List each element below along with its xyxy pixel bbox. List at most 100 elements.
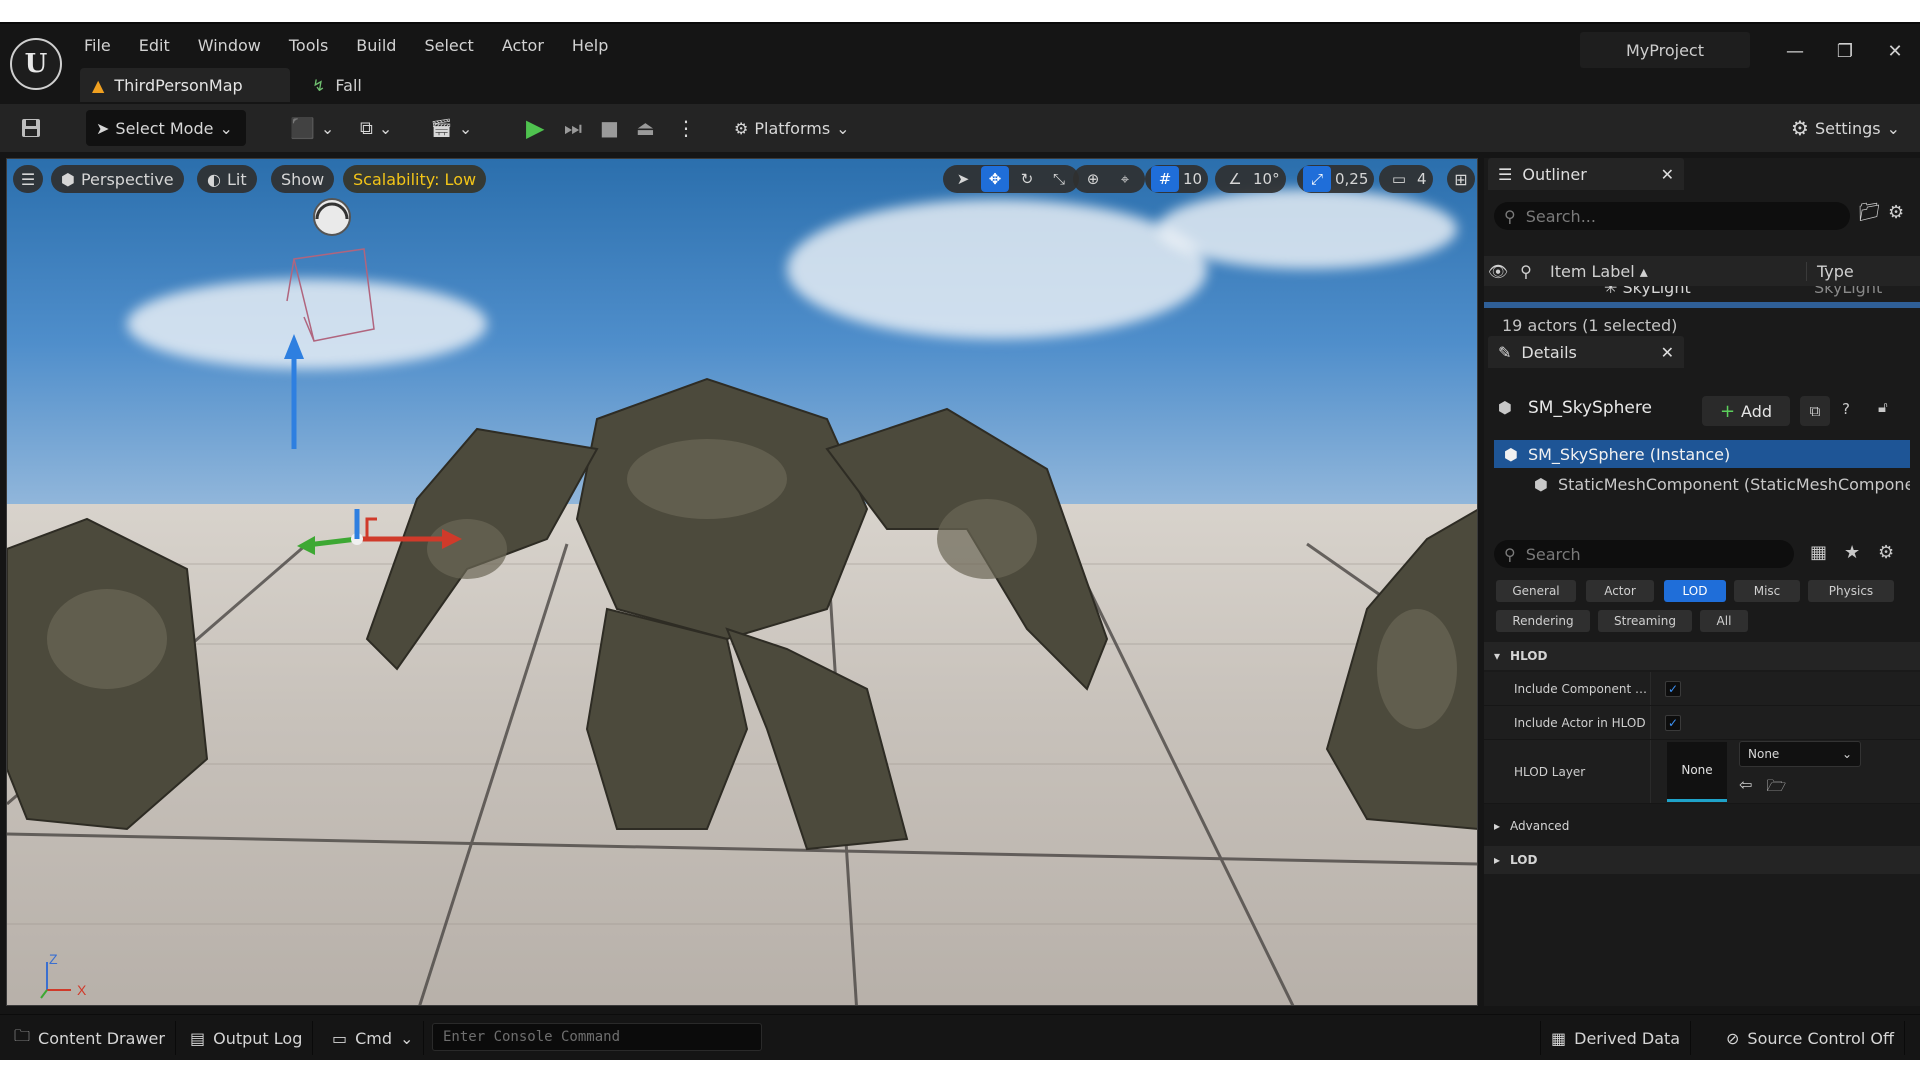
- world-space-icon[interactable]: ⊕: [1079, 166, 1107, 192]
- show-button[interactable]: Show: [271, 165, 335, 193]
- minimize-icon[interactable]: —: [1770, 36, 1820, 66]
- outliner-list[interactable]: ✳ SkyLight SkyLight: [1484, 286, 1920, 308]
- lock-icon[interactable]: 🔓︎: [1878, 398, 1888, 416]
- scale-snap-chip[interactable]: ⤢ 0,25: [1297, 165, 1375, 193]
- view-mode-button[interactable]: ◐ Lit: [197, 165, 257, 193]
- show-label: Show: [281, 169, 325, 189]
- cinematics-button[interactable]: 🎬︎ ⌄: [430, 110, 472, 146]
- outliner-search-input[interactable]: ⚲ Search...: [1494, 202, 1850, 230]
- rotation-snap-chip[interactable]: ∠ 10°: [1215, 165, 1286, 193]
- select-mode-dropdown[interactable]: ➤ Select Mode ⌄: [86, 110, 246, 146]
- close-icon[interactable]: ✕: [1661, 343, 1674, 362]
- list-item[interactable]: ✳ SkyLight: [1604, 286, 1691, 297]
- chevron-right-icon: ▸: [1494, 819, 1501, 833]
- settings-button[interactable]: ⚙ Settings ⌄: [1791, 110, 1900, 146]
- type-column[interactable]: Type: [1806, 261, 1854, 281]
- menu-window[interactable]: Window: [184, 32, 275, 59]
- filter-rendering[interactable]: Rendering: [1496, 610, 1590, 632]
- menu-help[interactable]: Help: [558, 32, 622, 59]
- filter-streaming[interactable]: Streaming: [1598, 610, 1692, 632]
- gear-icon[interactable]: ⚙: [1888, 202, 1904, 223]
- level-viewport[interactable]: ☰ ⬢ Perspective ◐ Lit Show Scalability: …: [6, 158, 1478, 1006]
- section-advanced[interactable]: ▸ Advanced: [1484, 812, 1920, 840]
- help-icon[interactable]: ?: [1842, 400, 1850, 418]
- pin-icon[interactable]: ⚲: [1512, 262, 1540, 281]
- select-arrow-icon[interactable]: ➤: [949, 166, 977, 192]
- details-tab[interactable]: ✎ Details ✕: [1488, 336, 1684, 368]
- add-folder-icon[interactable]: 📁︎: [1858, 202, 1881, 223]
- selected-row[interactable]: [1484, 302, 1920, 308]
- outliner-status: 19 actors (1 selected): [1502, 316, 1678, 335]
- use-selected-icon[interactable]: ⇦: [1739, 775, 1752, 802]
- blueprint-icon[interactable]: ⧉: [1800, 396, 1830, 426]
- star-icon[interactable]: ★: [1844, 542, 1860, 563]
- close-icon[interactable]: ✕: [1661, 165, 1674, 184]
- more-options-icon[interactable]: ⋮: [676, 110, 696, 146]
- output-log-button[interactable]: ▤ Output Log: [180, 1021, 314, 1055]
- content-drawer-button[interactable]: 🗀︎ Content Drawer: [4, 1021, 176, 1055]
- camera-speed-chip[interactable]: ▭ 4: [1379, 165, 1433, 193]
- restore-icon[interactable]: ❐: [1820, 36, 1870, 66]
- rock-golem-mesh[interactable]: [7, 309, 1478, 869]
- component-row-instance[interactable]: ⬢ SM_SkySphere (Instance): [1494, 440, 1910, 468]
- status-bar: 🗀︎ Content Drawer ▤ Output Log ▭ Cmd ⌄ E…: [0, 1014, 1920, 1060]
- skylight-gizmo[interactable]: [232, 189, 432, 449]
- table-view-icon[interactable]: ▦: [1810, 542, 1827, 563]
- eye-icon[interactable]: 👁︎: [1484, 262, 1512, 281]
- gear-icon[interactable]: ⚙: [1878, 542, 1894, 563]
- hlod-layer-dropdown[interactable]: None ⌄: [1739, 741, 1861, 767]
- filter-misc[interactable]: Misc: [1734, 580, 1800, 602]
- hamburger-menu-icon[interactable]: ☰: [13, 165, 43, 193]
- details-search-input[interactable]: ⚲ Search: [1494, 540, 1794, 568]
- section-lod[interactable]: ▸ LOD: [1484, 846, 1920, 874]
- scalability-warning[interactable]: Scalability: Low: [343, 165, 487, 193]
- unreal-logo-icon[interactable]: U: [10, 38, 62, 90]
- stop-icon[interactable]: ■: [600, 110, 619, 146]
- move-icon[interactable]: ✥: [981, 166, 1009, 192]
- tab-fall[interactable]: ↯ Fall: [300, 68, 374, 102]
- menu-file[interactable]: File: [70, 32, 125, 59]
- filter-general[interactable]: General: [1496, 580, 1576, 602]
- menu-actor[interactable]: Actor: [488, 32, 558, 59]
- save-icon[interactable]: [20, 110, 42, 146]
- filter-physics[interactable]: Physics: [1808, 580, 1894, 602]
- component-row-staticmesh[interactable]: ⬢ StaticMeshComponent (StaticMeshCompone: [1494, 470, 1910, 498]
- filter-actor[interactable]: Actor: [1586, 580, 1654, 602]
- include-component-checkbox[interactable]: ✓: [1665, 680, 1681, 697]
- cmd-dropdown[interactable]: ▭ Cmd ⌄: [322, 1021, 425, 1055]
- advance-frame-icon[interactable]: ⏭: [564, 110, 582, 146]
- source-control-label: Source Control Off: [1747, 1028, 1894, 1048]
- blueprints-button[interactable]: ⧉ ⌄: [360, 110, 392, 146]
- section-hlod[interactable]: ▾ HLOD: [1484, 642, 1920, 670]
- tab-thirdpersonmap[interactable]: ▲ ThirdPersonMap: [80, 68, 290, 102]
- output-log-label: Output Log: [213, 1028, 303, 1048]
- prop-value: ✓: [1650, 706, 1681, 739]
- filter-lod[interactable]: LOD: [1664, 580, 1726, 602]
- layout-icon[interactable]: ⊞: [1447, 165, 1475, 193]
- add-content-button[interactable]: ⬛ ⌄: [290, 110, 334, 146]
- close-icon[interactable]: ✕: [1870, 36, 1920, 66]
- filter-all[interactable]: All: [1700, 610, 1748, 632]
- menu-build[interactable]: Build: [342, 32, 410, 59]
- play-icon[interactable]: ▶: [526, 110, 544, 146]
- eject-icon[interactable]: ⏏: [636, 110, 655, 146]
- surface-snap-icon[interactable]: ⌖: [1111, 166, 1139, 192]
- perspective-button[interactable]: ⬢ Perspective: [51, 165, 184, 193]
- platforms-button[interactable]: ⚙︎ Platforms ⌄: [734, 110, 850, 146]
- browse-icon[interactable]: 🗁︎: [1766, 775, 1786, 802]
- menu-edit[interactable]: Edit: [125, 32, 184, 59]
- grid-snap-chip[interactable]: # 10: [1145, 165, 1209, 193]
- transform-gizmo[interactable]: [297, 489, 467, 569]
- outliner-tab[interactable]: ☰ Outliner ✕: [1488, 158, 1684, 190]
- menu-select[interactable]: Select: [410, 32, 487, 59]
- item-label-column[interactable]: Item Label ▴: [1540, 262, 1806, 281]
- scale-icon[interactable]: ⤡: [1045, 166, 1073, 192]
- asset-thumbnail[interactable]: None: [1667, 741, 1727, 802]
- include-actor-checkbox[interactable]: ✓: [1665, 714, 1681, 731]
- add-component-button[interactable]: + Add: [1702, 396, 1790, 426]
- rotate-icon[interactable]: ↻: [1013, 166, 1041, 192]
- derived-data-button[interactable]: ▦ Derived Data: [1540, 1021, 1692, 1055]
- menu-tools[interactable]: Tools: [275, 32, 342, 59]
- console-input[interactable]: Enter Console Command: [432, 1023, 762, 1051]
- source-control-button[interactable]: ⊘ Source Control Off: [1716, 1021, 1905, 1055]
